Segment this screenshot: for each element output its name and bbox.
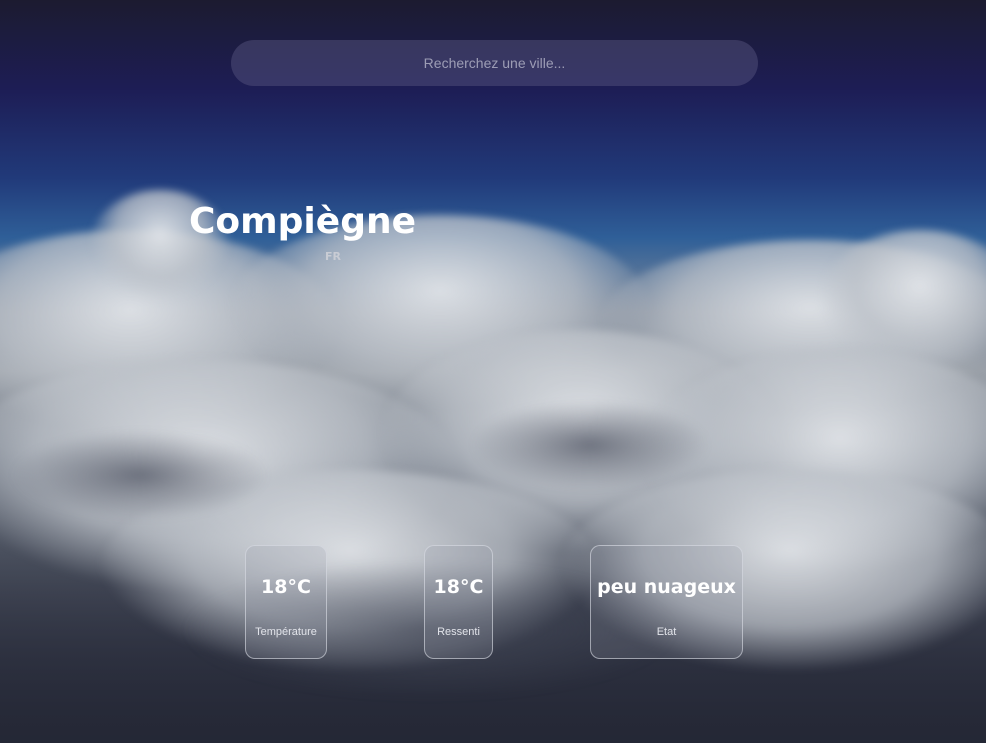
- temperature-label: Température: [255, 626, 317, 638]
- location-header: Compiègne FR: [189, 198, 479, 263]
- country-code: FR: [325, 250, 341, 263]
- feels-like-value: 18°C: [433, 576, 484, 598]
- city-name: Compiègne: [189, 201, 417, 242]
- feels-like-label: Ressenti: [437, 626, 480, 638]
- background-sky-clouds: [0, 0, 986, 743]
- feels-like-card: 18°C Ressenti: [424, 545, 493, 659]
- search-bar[interactable]: [231, 40, 758, 86]
- condition-label: Etat: [656, 626, 677, 638]
- search-input[interactable]: [231, 40, 758, 86]
- condition-card: peu nuageux Etat: [590, 545, 743, 659]
- temperature-card: 18°C Température: [245, 545, 327, 659]
- condition-value: peu nuageux: [597, 576, 736, 598]
- temperature-value: 18°C: [261, 576, 311, 598]
